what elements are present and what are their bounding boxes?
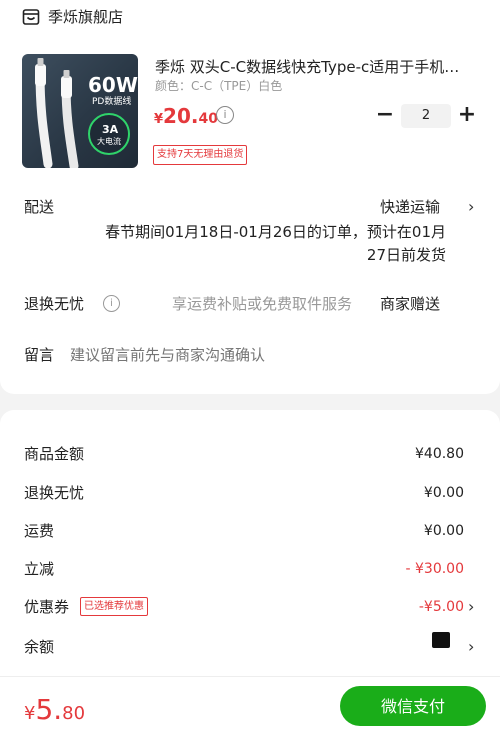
coupon-value[interactable]: -¥5.00 xyxy=(419,596,464,618)
after-sale-value: 商家赠送 xyxy=(380,295,441,313)
cable-illustration xyxy=(35,58,130,168)
discount-label: 立减 xyxy=(24,560,55,578)
after-sale-description: 享运费补贴或免费取件服务 xyxy=(172,295,353,313)
shipping-notice: 春节期间01月18日-01月26日的订单，预计在01月27日前发货 xyxy=(105,223,446,264)
image-current-label: 大电流 xyxy=(97,137,121,146)
quantity-increase-button[interactable]: + xyxy=(456,103,478,127)
after-sale-label: 退换无忧 xyxy=(24,295,85,313)
after-sale-info-icon[interactable]: i xyxy=(103,295,120,312)
image-pd-label: PD数据线 xyxy=(92,97,132,107)
shipping-label: 配送 xyxy=(24,198,55,216)
freight-value: ¥0.00 xyxy=(423,523,464,539)
balance-toggle-icon[interactable] xyxy=(432,632,450,648)
note-input[interactable] xyxy=(70,344,370,366)
coupon-label: 优惠券 xyxy=(24,598,70,616)
coupon-chevron-icon[interactable]: › xyxy=(468,596,474,618)
shipping-chevron-icon[interactable]: › xyxy=(468,196,474,218)
note-label: 留言 xyxy=(24,346,55,364)
total-price: ¥5.80 xyxy=(24,694,85,730)
product-title[interactable]: 季烁 双头C-C数据线快充Type-c适用于手机… xyxy=(155,56,485,78)
price-info-icon[interactable]: i xyxy=(216,106,234,124)
total-currency: ¥ xyxy=(24,703,36,724)
price-integer: 20. xyxy=(163,104,199,128)
shipping-method[interactable]: 快递运输 xyxy=(380,196,440,218)
goods-amount-value: ¥40.80 xyxy=(415,446,464,462)
order-card: 季烁旗舰店 60W PD数据线 3A 大电流 季烁 双头C-C数据线快充Type… xyxy=(0,0,500,394)
return-policy-tag: 支持7天无理由退货 xyxy=(153,145,248,165)
product-variant[interactable]: 颜色：C-C（TPE）白色 xyxy=(155,77,282,95)
return-insurance-value: ¥0.00 xyxy=(423,485,464,501)
total-integer: 5. xyxy=(35,693,63,726)
store-name[interactable]: 季烁旗舰店 xyxy=(48,6,123,28)
coupon-tag: 已选推荐优惠 xyxy=(80,597,148,616)
image-amp-label: 3A xyxy=(102,123,119,136)
freight-label: 运费 xyxy=(24,522,55,540)
return-insurance-label: 退换无忧 xyxy=(24,484,85,502)
balance-label: 余额 xyxy=(24,638,55,656)
quantity-decrease-button[interactable]: − xyxy=(374,103,396,127)
price-currency: ¥ xyxy=(154,112,164,127)
wechat-pay-button[interactable]: 微信支付 xyxy=(340,686,486,726)
quantity-input[interactable]: 2 xyxy=(401,104,451,128)
discount-value: - ¥30.00 xyxy=(405,561,465,577)
goods-amount-label: 商品金额 xyxy=(24,445,85,463)
image-watt-label: 60W xyxy=(88,73,138,97)
total-decimal: 80 xyxy=(62,703,86,724)
balance-chevron-icon[interactable]: › xyxy=(468,636,474,658)
store-icon[interactable] xyxy=(22,8,40,26)
product-price: ¥20.40 xyxy=(154,103,218,133)
product-image[interactable]: 60W PD数据线 3A 大电流 xyxy=(22,54,138,168)
